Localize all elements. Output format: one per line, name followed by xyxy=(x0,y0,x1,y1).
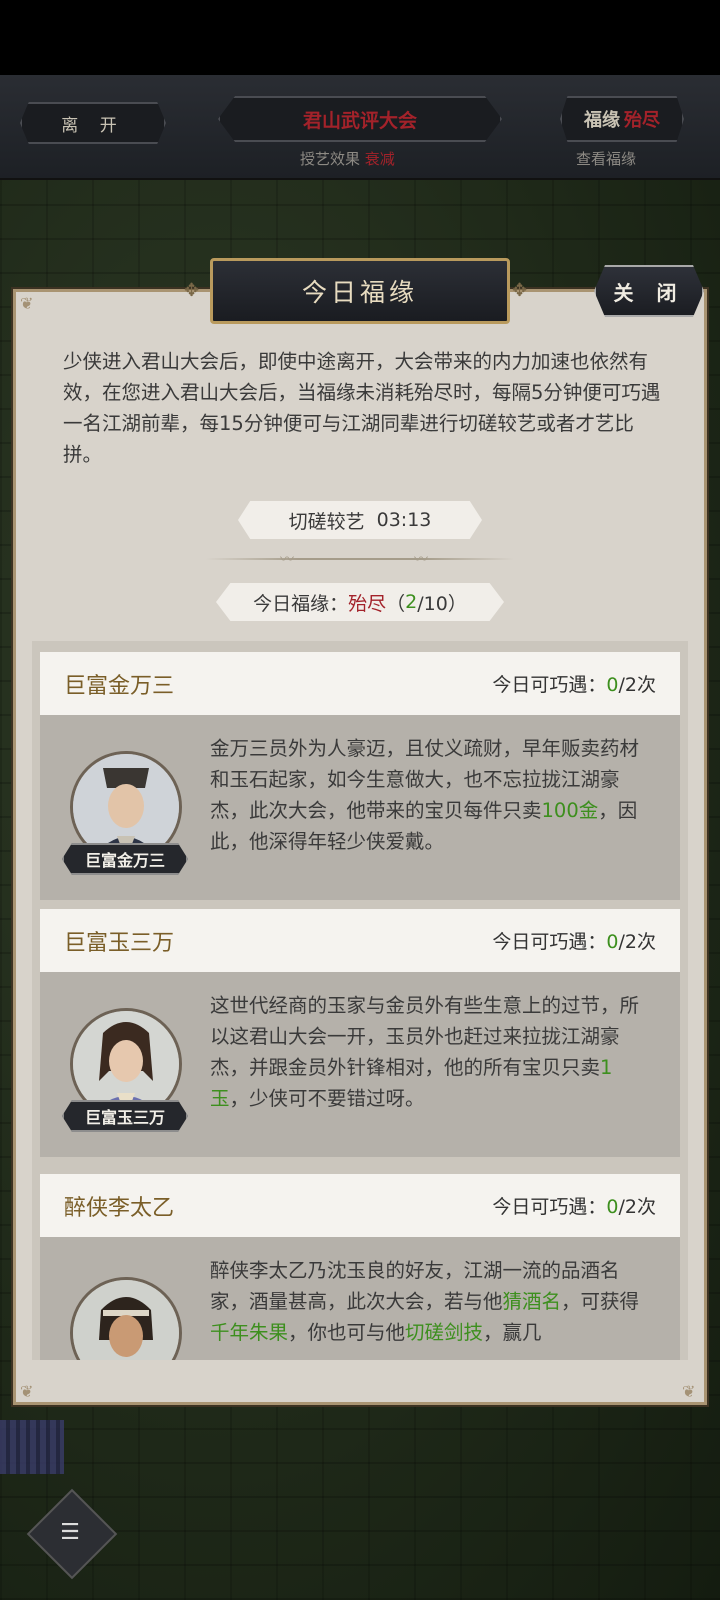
npc-desc-text: ，你也可与他 xyxy=(288,1321,406,1344)
npc-card-body: 巨富玉三万 这世代经商的玉家与金员外有些生意上的过节，所以这君山大会一开，玉员外… xyxy=(40,972,680,1157)
npc-desc-highlight: 猜酒名 xyxy=(502,1290,562,1313)
npc-desc-text: ，赢几 xyxy=(483,1321,542,1344)
npc-count-total: /2次 xyxy=(618,1196,657,1218)
chat-bubble-icon[interactable]: ☰ xyxy=(54,1516,86,1548)
spar-timer-pill: 切磋较艺 03:13 xyxy=(238,501,482,539)
daily-fortune-label: 今日福缘： xyxy=(253,592,349,615)
status-bar xyxy=(0,0,720,75)
npc-desc-highlight: 切磋剑技 xyxy=(405,1321,484,1344)
npc-desc-text: ，少侠可不要错过呀。 xyxy=(229,1087,425,1110)
close-button[interactable]: 关 闭 xyxy=(594,265,704,317)
dialog-intro-text: 少侠进入君山大会后，即使中途离开，大会带来的内力加速也依然有效，在您进入君山大会… xyxy=(63,350,661,466)
teach-effect: 授艺效果 衰减 xyxy=(300,148,395,169)
npc-card-body: 醉侠李太乙乃沈玉良的好友，江湖一流的品酒名家，酒量甚高，此次大会，若与他猜酒名，… xyxy=(40,1237,680,1360)
npc-name: 巨富玉三万 xyxy=(64,931,175,956)
teach-effect-value: 衰减 xyxy=(364,150,395,168)
npc-description: 金万三员外为人豪迈，且仗义疏财，早年贩卖药材和玉石起家，如今生意做大，也不忘拉拢… xyxy=(210,733,640,857)
corner-ornament-icon: ❦ xyxy=(20,294,34,313)
event-title: 君山武评大会 xyxy=(302,109,417,132)
npc-card: 醉侠李太乙 今日可巧遇：0/2次 醉侠李太乙乃沈玉良的好友，江湖一流的品酒名家，… xyxy=(40,1174,680,1360)
daily-fortune-open: （ xyxy=(386,592,406,615)
npc-desc-text: 这世代经商的玉家与金员外有些生意上的过节，所以这君山大会一开，玉员外也赶过来拉拢… xyxy=(210,994,640,1079)
fortune-value: 殆尽 xyxy=(624,110,660,131)
npc-card-header: 醉侠李太乙 今日可巧遇：0/2次 xyxy=(40,1174,680,1237)
npc-description: 这世代经商的玉家与金员外有些生意上的过节，所以这君山大会一开，玉员外也赶过来拉拢… xyxy=(210,990,640,1114)
fortune-label: 福缘 xyxy=(584,110,620,131)
npc-name-tag: 巨富玉三万 xyxy=(62,1100,188,1132)
dialog-title: 今日福缘 xyxy=(210,258,510,324)
npc-card-body: 巨富金万三 金万三员外为人豪迈，且仗义疏财，早年贩卖药材和玉石起家，如今生意做大… xyxy=(40,715,680,900)
corner-ornament-icon: ❦ xyxy=(20,1382,34,1401)
npc-desc-text: ，可获得 xyxy=(561,1290,640,1313)
daily-fortune-pill: 今日福缘： 殆尽 （ 2 /10） xyxy=(216,583,504,621)
npc-card-header: 巨富金万三 今日可巧遇：0/2次 xyxy=(40,652,680,715)
npc-description: 醉侠李太乙乃沈玉良的好友，江湖一流的品酒名家，酒量甚高，此次大会，若与他猜酒名，… xyxy=(210,1255,640,1348)
npc-count-label: 今日可巧遇： xyxy=(492,931,607,953)
teach-effect-label: 授艺效果 xyxy=(300,150,361,168)
npc-encounter-count: 今日可巧遇：0/2次 xyxy=(492,1192,656,1219)
npc-count-total: /2次 xyxy=(618,931,657,953)
npc-count-label: 今日可巧遇： xyxy=(492,1196,607,1218)
event-title-button[interactable]: 君山武评大会 xyxy=(218,96,502,142)
npc-name-tag: 巨富金万三 xyxy=(62,843,188,875)
divider-ornament-icon: 〰 xyxy=(280,552,294,568)
title-flourish-right-icon: ✥ xyxy=(512,280,528,301)
fortune-status-button[interactable]: 福缘 殆尽 xyxy=(560,96,684,142)
npc-card-header: 巨富玉三万 今日可巧遇：0/2次 xyxy=(40,909,680,972)
spar-timer: 03:13 xyxy=(376,509,432,531)
npc-name: 巨富金万三 xyxy=(64,674,175,699)
npc-card: 巨富金万三 今日可巧遇：0/2次 巨富金万三 金万三员外为人豪迈，且仗义疏财，早… xyxy=(40,652,680,900)
divider-ornament-icon: 〰 xyxy=(414,552,428,568)
spar-label: 切磋较艺 xyxy=(288,510,365,533)
daily-fortune-total: /10） xyxy=(417,592,467,615)
npc-count-used: 0 xyxy=(606,1196,619,1218)
npc-portrait[interactable] xyxy=(70,1277,182,1360)
npc-desc-highlight: 千年朱果 xyxy=(210,1321,289,1344)
npc-count-label: 今日可巧遇： xyxy=(492,674,607,696)
npc-count-used: 0 xyxy=(606,931,619,953)
leave-button[interactable]: 离 开 xyxy=(20,102,166,144)
npc-name: 醉侠李太乙 xyxy=(64,1196,175,1221)
npc-list[interactable]: 巨富金万三 今日可巧遇：0/2次 巨富金万三 金万三员外为人豪迈，且仗义疏财，早… xyxy=(32,641,688,1360)
side-decoration xyxy=(0,1420,64,1474)
daily-fortune-status: 殆尽 xyxy=(348,592,387,615)
corner-ornament-icon: ❦ xyxy=(682,1382,696,1401)
title-flourish-left-icon: ✥ xyxy=(184,280,200,301)
npc-encounter-count: 今日可巧遇：0/2次 xyxy=(492,927,656,954)
npc-count-used: 0 xyxy=(606,674,619,696)
npc-count-total: /2次 xyxy=(618,674,657,696)
view-fortune-link[interactable]: 查看福缘 xyxy=(576,148,636,169)
npc-desc-highlight: 100金 xyxy=(541,799,599,822)
npc-encounter-count: 今日可巧遇：0/2次 xyxy=(492,670,656,697)
npc-card: 巨富玉三万 今日可巧遇：0/2次 巨富玉三万 这世代经商的玉家与金员外有些生意上… xyxy=(40,909,680,1157)
leave-label: 离 开 xyxy=(61,115,125,136)
daily-fortune-used: 2 xyxy=(405,591,418,613)
divider xyxy=(206,558,514,560)
